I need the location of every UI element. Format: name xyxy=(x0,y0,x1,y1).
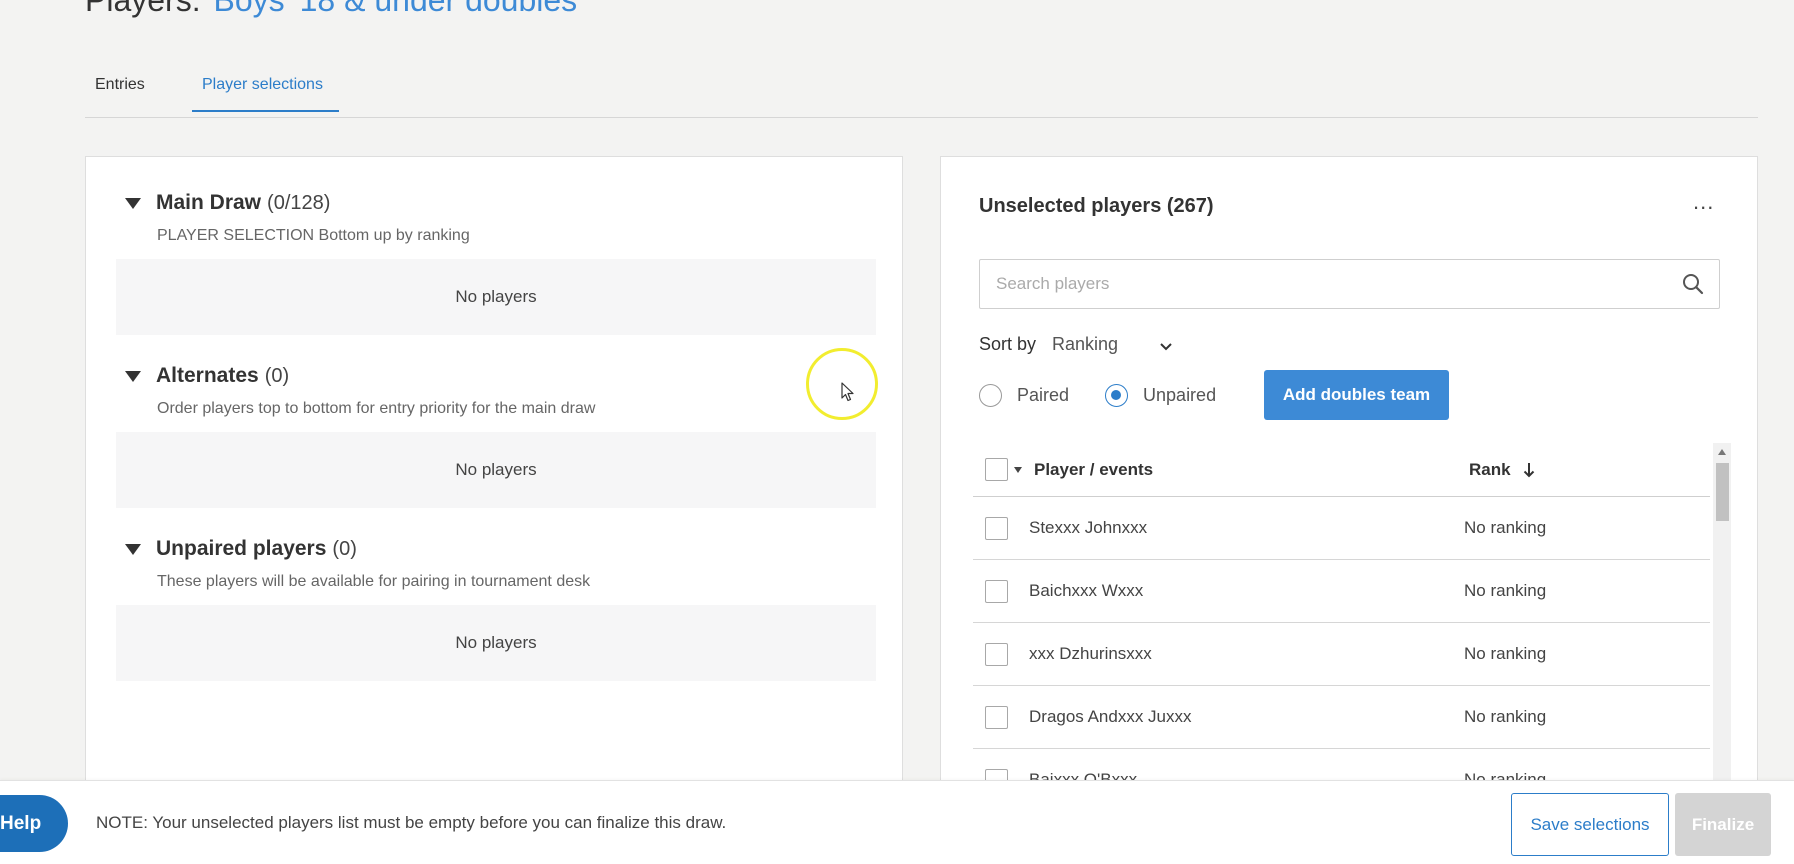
radio-label[interactable]: Unpaired xyxy=(1143,385,1216,406)
section-alternates: Alternates (0) Order players top to bott… xyxy=(116,364,876,508)
table-row[interactable]: Dragos Andxxx Juxxx No ranking xyxy=(973,686,1710,749)
players-table: Player / events Rank Stexxx Johnxxx No r… xyxy=(973,443,1710,812)
radio-label[interactable]: Paired xyxy=(1017,385,1069,406)
section-title: Main Draw xyxy=(156,191,262,214)
player-name: xxx Dzhurinsxxx xyxy=(1029,644,1152,663)
help-button[interactable]: Help xyxy=(0,795,68,852)
row-checkbox[interactable] xyxy=(985,705,1008,729)
drop-zone-alternates[interactable]: No players xyxy=(116,432,876,508)
save-selections-button[interactable]: Save selections xyxy=(1511,793,1669,856)
rank-label: Rank xyxy=(1469,459,1511,479)
player-rank: No ranking xyxy=(1464,518,1547,537)
collapse-triangle-icon[interactable] xyxy=(125,543,141,555)
scroll-up-arrow-icon[interactable] xyxy=(1718,449,1726,455)
pairing-filter: Paired Unpaired xyxy=(979,384,1252,407)
section-header[interactable]: Unpaired players (0) xyxy=(116,537,876,561)
radio-paired[interactable] xyxy=(979,384,1002,407)
caret-down-icon[interactable] xyxy=(1014,466,1022,473)
chevron-down-icon[interactable] xyxy=(1158,339,1174,355)
unselected-players-title: Unselected players (267) xyxy=(979,195,1214,217)
unselected-players-panel: Unselected players (267) ... Sort by Ran… xyxy=(940,156,1758,864)
add-doubles-team-button[interactable]: Add doubles team xyxy=(1264,370,1449,420)
tab-entries[interactable]: Entries xyxy=(95,76,145,110)
footer-bar: Help NOTE: Your unselected players list … xyxy=(0,780,1794,864)
row-checkbox[interactable] xyxy=(985,579,1008,603)
finalize-button[interactable]: Finalize xyxy=(1675,793,1771,856)
more-options-icon[interactable]: ... xyxy=(1693,189,1714,215)
column-header-rank[interactable]: Rank xyxy=(1469,460,1535,480)
section-title: Alternates xyxy=(156,364,259,387)
sort-control[interactable]: Sort by Ranking xyxy=(979,333,1174,355)
section-count: (0) xyxy=(332,537,357,560)
section-title: Unpaired players xyxy=(156,537,327,560)
empty-label: No players xyxy=(455,460,537,479)
arrow-down-icon xyxy=(1523,462,1534,477)
player-name: Stexxx Johnxxx xyxy=(1029,518,1148,537)
player-name: Baichxxx Wxxx xyxy=(1029,581,1144,600)
collapse-triangle-icon[interactable] xyxy=(125,197,141,209)
player-rank: No ranking xyxy=(1464,644,1547,663)
table-row[interactable]: Stexxx Johnxxx No ranking xyxy=(973,497,1710,560)
draw-name: Boys' 18 & under doubles xyxy=(213,0,578,18)
player-name: Dragos Andxxx Juxxx xyxy=(1029,707,1192,726)
row-checkbox[interactable] xyxy=(985,516,1008,540)
tab-bar: Entries Player selections xyxy=(85,60,1758,118)
row-checkbox[interactable] xyxy=(985,642,1008,666)
draw-sections-panel: Main Draw (0/128) PLAYER SELECTION Botto… xyxy=(85,156,903,864)
search-box xyxy=(979,259,1720,309)
table-row[interactable]: Baichxxx Wxxx No ranking xyxy=(973,560,1710,623)
player-rank: No ranking xyxy=(1464,707,1547,726)
sort-label: Sort by xyxy=(979,333,1037,354)
select-all-checkbox[interactable] xyxy=(985,458,1008,481)
section-description: Order players top to bottom for entry pr… xyxy=(157,400,596,417)
finalize-note: NOTE: Your unselected players list must … xyxy=(96,813,727,832)
section-main-draw: Main Draw (0/128) PLAYER SELECTION Botto… xyxy=(116,191,876,335)
empty-label: No players xyxy=(455,633,537,652)
radio-unpaired[interactable] xyxy=(1105,384,1129,407)
drop-zone-unpaired[interactable]: No players xyxy=(116,605,876,681)
search-icon[interactable] xyxy=(1681,272,1705,296)
section-description: These players will be available for pair… xyxy=(157,573,591,590)
section-count: (0/128) xyxy=(267,191,331,214)
scroll-thumb[interactable] xyxy=(1716,463,1729,521)
page-title: Players: Boys' 18 & under doubles xyxy=(85,0,577,19)
section-description: PLAYER SELECTION Bottom up by ranking xyxy=(157,227,470,244)
empty-label: No players xyxy=(455,287,537,306)
tab-player-selections[interactable]: Player selections xyxy=(192,76,339,112)
table-row[interactable]: xxx Dzhurinsxxx No ranking xyxy=(973,623,1710,686)
column-header-player[interactable]: Player / events xyxy=(1034,460,1153,480)
section-header[interactable]: Alternates (0) xyxy=(116,364,876,388)
drop-zone-main-draw[interactable]: No players xyxy=(116,259,876,335)
collapse-triangle-icon[interactable] xyxy=(125,370,141,382)
sort-value[interactable]: Ranking xyxy=(1052,334,1118,355)
page-title-prefix: Players: xyxy=(85,0,201,18)
table-header: Player / events Rank xyxy=(973,443,1710,497)
section-count: (0) xyxy=(264,364,290,387)
player-rank: No ranking xyxy=(1464,581,1547,600)
section-header[interactable]: Main Draw (0/128) xyxy=(116,191,876,215)
section-unpaired-players: Unpaired players (0) These players will … xyxy=(116,537,876,681)
search-input[interactable] xyxy=(980,260,1719,308)
